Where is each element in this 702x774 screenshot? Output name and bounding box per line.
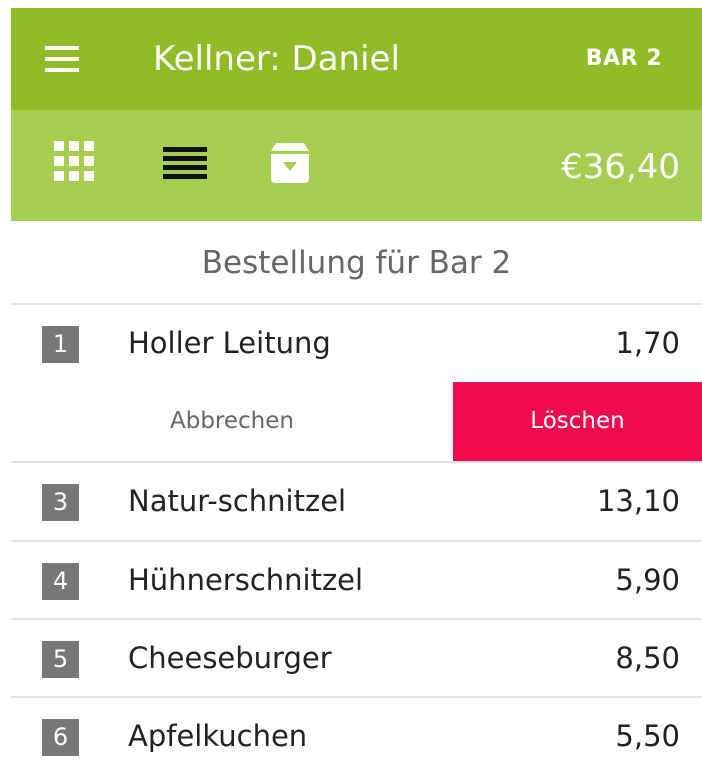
item-price: 1,70 [615,326,680,360]
order-item-row[interactable]: 5 Cheeseburger 8,50 [11,620,702,698]
item-name: Natur-schnitzel [128,484,347,518]
order-item-row[interactable]: 3 Natur-schnitzel 13,10 [11,463,702,541]
item-price: 5,90 [615,563,680,597]
cancel-button[interactable]: Abbrechen [11,382,453,461]
order-toolbar: €36,40 [11,110,702,221]
order-item-row[interactable]: 4 Hühnerschnitzel 5,90 [11,542,702,620]
archive-download-icon[interactable] [269,143,311,183]
app-bar: Kellner: Daniel BAR 2 [11,8,702,110]
item-name: Apfelkuchen [128,719,308,753]
item-position-badge: 6 [42,719,79,756]
app-screen: Kellner: Daniel BAR 2 €36,40 Bestellung … [11,8,702,774]
swipe-action-row: Abbrechen Löschen [11,382,702,461]
hamburger-menu-icon[interactable] [45,46,79,72]
bar-selector-button[interactable]: BAR 2 [586,44,662,74]
item-price: 13,10 [596,484,680,518]
delete-button[interactable]: Löschen [453,382,702,461]
grid-view-icon[interactable] [54,141,94,181]
order-heading: Bestellung für Bar 2 [201,245,512,281]
list-view-icon[interactable] [163,147,207,179]
item-name: Hühnerschnitzel [128,563,364,597]
order-total: €36,40 [561,147,680,187]
item-position-badge: 4 [42,563,79,600]
waiter-title: Kellner: Daniel [153,39,400,79]
item-position-badge: 3 [42,484,79,521]
item-name: Cheeseburger [128,641,332,675]
item-position-badge: 5 [42,641,79,678]
item-name: Holler Leitung [128,326,331,360]
item-position-badge: 1 [42,326,79,363]
item-price: 8,50 [615,641,680,675]
order-item-row[interactable]: 1 Holler Leitung 1,70 [11,305,702,383]
order-item-row[interactable]: 6 Apfelkuchen 5,50 [11,698,702,774]
item-price: 5,50 [615,719,680,753]
